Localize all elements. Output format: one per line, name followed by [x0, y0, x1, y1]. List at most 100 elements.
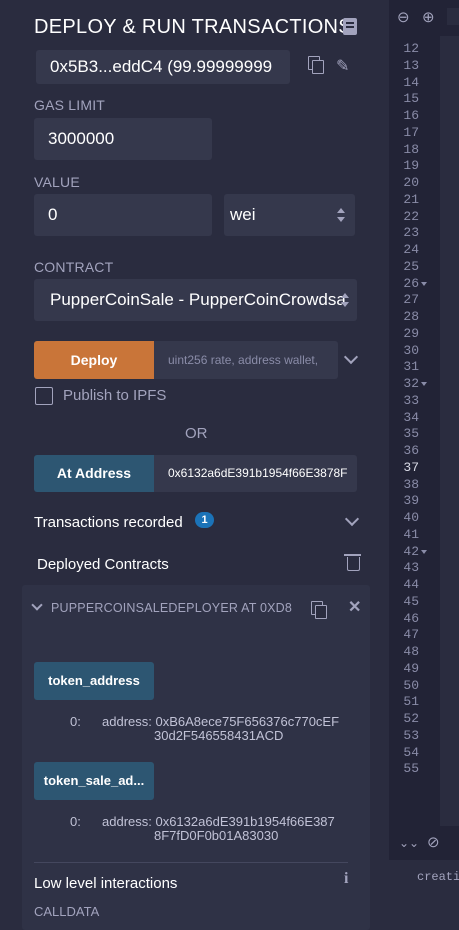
- value-amount: 0: [48, 205, 58, 224]
- token-address-button[interactable]: token_address: [34, 662, 154, 700]
- line-number: 45: [403, 593, 419, 609]
- line-number: 51: [403, 694, 419, 710]
- line-number: 24: [403, 242, 419, 257]
- divider: [34, 862, 348, 863]
- line-number: 48: [403, 644, 419, 659]
- line-number: 36: [403, 443, 419, 458]
- line-number: 27: [403, 292, 419, 308]
- account-value: 0x5B3...eddC4 (99.99999999: [50, 57, 273, 76]
- line-number: 14: [403, 74, 419, 90]
- output-value-line2: 30d2F546558431ACD: [154, 728, 284, 743]
- chevron-down-icon[interactable]: [31, 599, 43, 611]
- fold-arrow-icon[interactable]: [421, 549, 427, 554]
- code-editor[interactable]: [440, 36, 459, 826]
- low-level-interactions-label: Low level interactions: [34, 875, 178, 892]
- line-number: 22: [403, 208, 419, 224]
- info-icon[interactable]: i: [344, 870, 348, 888]
- line-number: 34: [403, 409, 419, 425]
- tab-indicator[interactable]: [447, 8, 459, 25]
- line-number: 31: [403, 359, 419, 375]
- output-value-line1: address: 0x6132a6dE391b1954f66E387: [102, 814, 335, 829]
- line-number: 40: [403, 510, 419, 525]
- line-number: 55: [403, 761, 419, 777]
- line-number: 49: [403, 660, 419, 676]
- gas-limit-label: GAS LIMIT: [34, 97, 106, 113]
- deploy-run-panel: DEPLOY & RUN TRANSACTIONS 0x5B3...eddC4 …: [0, 0, 389, 930]
- line-number: 29: [403, 325, 419, 341]
- chevron-down-icon[interactable]: [344, 511, 360, 527]
- documentation-icon[interactable]: [343, 18, 357, 35]
- chevron-double-down-icon[interactable]: ⌄⌄: [399, 836, 419, 850]
- line-number: 15: [403, 91, 419, 107]
- terminal-output: creati: [417, 870, 459, 884]
- line-number: 39: [403, 493, 419, 509]
- terminal-header: ⌄⌄ ⊘: [389, 826, 459, 860]
- deployed-contract-card: PUPPERCOINSALEDEPLOYER AT 0XD8 ✕ token_a…: [22, 585, 370, 930]
- line-number: 33: [403, 392, 419, 408]
- line-number: 28: [403, 309, 419, 324]
- clear-console-icon[interactable]: ⊘: [427, 833, 440, 851]
- editor-area: ⊖ ⊕ 12 13 14 15 16 17 18 19 20 21 22 23 24 25 26 27 28 29…: [389, 0, 459, 930]
- line-number: 20: [403, 175, 419, 190]
- line-number: 52: [403, 711, 419, 726]
- line-number: 19: [403, 158, 419, 174]
- contract-selected: PupperCoinSale - PupperCoinCrowdsa: [50, 290, 346, 309]
- transactions-recorded-label[interactable]: Transactions recorded: [34, 514, 183, 531]
- line-number: 41: [403, 526, 419, 542]
- panel-title: DEPLOY & RUN TRANSACTIONS: [34, 16, 352, 38]
- select-arrows-icon: [341, 293, 349, 307]
- token-sale-address-button[interactable]: token_sale_ad...: [34, 762, 154, 800]
- at-address-input[interactable]: 0x6132a6dE391b1954f66E3878F: [154, 455, 357, 492]
- line-number-gutter: 12 13 14 15 16 17 18 19 20 21 22 23 24 25 26 27 28 29 30 31…: [389, 36, 437, 826]
- line-number: 44: [403, 577, 419, 592]
- line-number: 30: [403, 342, 419, 358]
- line-number: 21: [403, 191, 419, 207]
- line-number: 37: [403, 459, 419, 475]
- value-input[interactable]: 0: [34, 194, 212, 236]
- terminal-panel: ⌄⌄ ⊘ creati: [389, 826, 459, 930]
- zoom-out-icon[interactable]: ⊖: [397, 8, 410, 26]
- output-index: 0:: [70, 714, 81, 729]
- line-number: 17: [403, 124, 419, 140]
- line-number: 32: [403, 376, 419, 391]
- line-number: 42: [403, 543, 419, 559]
- select-arrows-icon: [337, 208, 345, 222]
- publish-ipfs-label: Publish to IPFS: [63, 387, 167, 404]
- zoom-in-icon[interactable]: ⊕: [422, 8, 435, 26]
- line-number: 50: [403, 677, 419, 693]
- copy-icon: [308, 56, 324, 74]
- trash-icon[interactable]: [344, 554, 361, 571]
- line-number: 53: [403, 727, 419, 743]
- chevron-down-icon[interactable]: [343, 349, 359, 365]
- line-number: 54: [403, 744, 419, 760]
- line-number: 23: [403, 225, 419, 241]
- gas-limit-input[interactable]: 3000000: [34, 118, 212, 160]
- deploy-params-input[interactable]: uint256 rate, address wallet,: [154, 341, 338, 379]
- gas-limit-value: 3000000: [48, 129, 115, 148]
- contract-select[interactable]: PupperCoinSale - PupperCoinCrowdsa: [34, 279, 357, 321]
- close-icon[interactable]: ✕: [348, 597, 361, 617]
- account-select[interactable]: 0x5B3...eddC4 (99.99999999: [36, 50, 290, 84]
- line-number: 25: [403, 258, 419, 274]
- output-value-line2: 8F7fD0F0b01A83030: [154, 828, 279, 843]
- deployed-instance-title[interactable]: PUPPERCOINSALEDEPLOYER AT 0XD8: [51, 601, 292, 615]
- value-label: VALUE: [34, 174, 80, 190]
- value-unit: wei: [230, 205, 256, 224]
- or-divider-text: OR: [185, 425, 208, 442]
- deployed-contracts-label: Deployed Contracts: [37, 556, 169, 573]
- line-number: 46: [403, 610, 419, 626]
- edit-icon[interactable]: ✎: [336, 56, 349, 76]
- fold-arrow-icon[interactable]: [421, 382, 427, 386]
- transactions-count-badge: 1: [195, 512, 214, 528]
- line-number: 43: [403, 560, 419, 576]
- publish-ipfs-checkbox[interactable]: [35, 387, 53, 405]
- line-number: 38: [403, 476, 419, 492]
- line-number: 35: [403, 426, 419, 442]
- line-number: 18: [403, 141, 419, 157]
- value-unit-select[interactable]: wei: [224, 194, 355, 236]
- at-address-button[interactable]: At Address: [34, 455, 154, 492]
- contract-label: CONTRACT: [34, 259, 114, 275]
- fold-arrow-icon[interactable]: [421, 281, 427, 286]
- line-number: 12: [403, 41, 419, 56]
- deploy-button[interactable]: Deploy: [34, 341, 154, 379]
